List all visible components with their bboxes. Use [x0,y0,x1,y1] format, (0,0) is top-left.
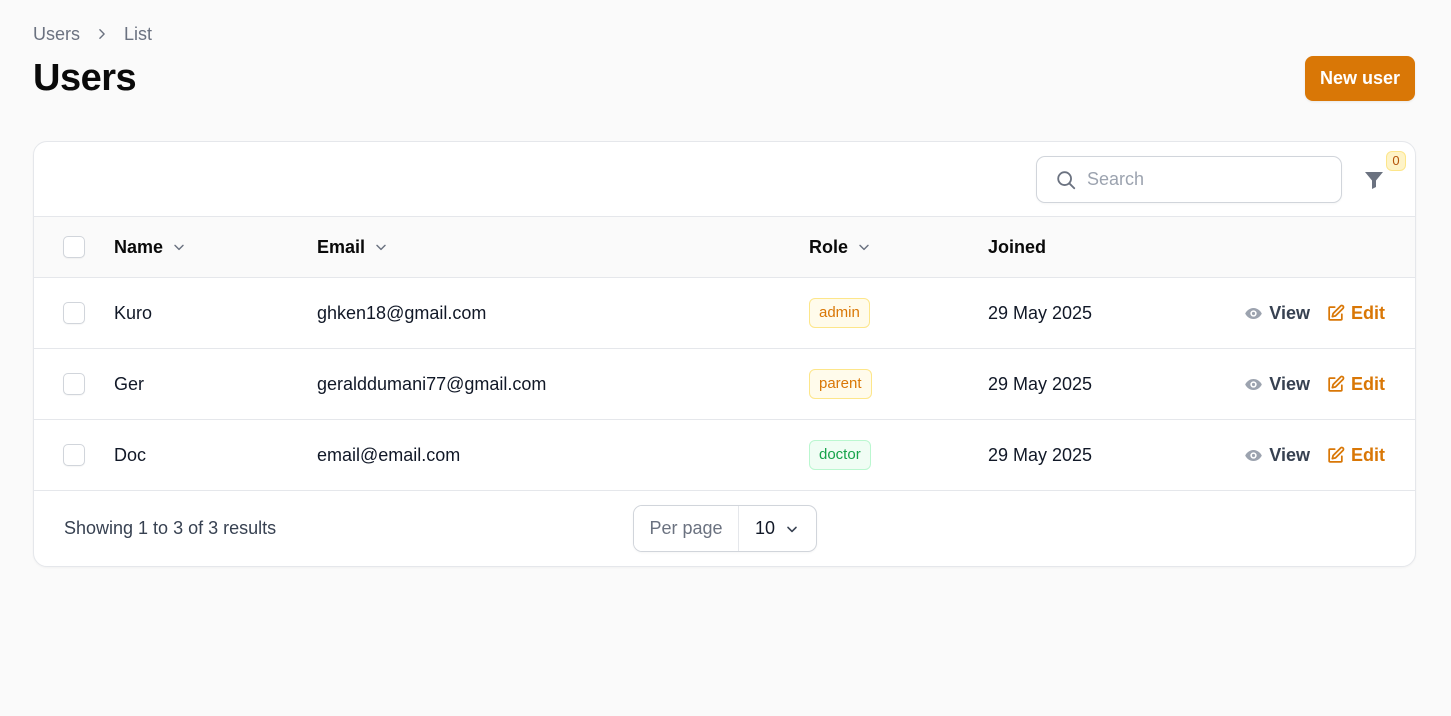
role-cell: doctor [809,420,871,490]
breadcrumb: Users List [33,23,152,45]
eye-icon [1245,449,1263,461]
table-toolbar: 0 [34,142,1415,217]
new-user-button[interactable]: New user [1305,56,1415,101]
edit-icon [1328,375,1345,392]
user-email: ghken18@gmail.com [317,302,487,323]
chevron-right-icon [80,27,124,41]
role-badge: admin [809,298,870,328]
per-page-control: Per page 10 [633,505,817,552]
joined-date: 29 May 2025 [988,444,1093,465]
view-label: View [1269,373,1310,394]
search-icon [1055,169,1077,191]
row-checkbox[interactable] [63,373,85,395]
breadcrumb-users-link[interactable]: Users [33,23,80,45]
role-badge: doctor [809,440,871,470]
column-header-name[interactable]: Name [114,217,187,277]
table-header-row: Name Email Role Joined [34,217,1415,278]
users-list-page: Users List Users New user 0 [0,0,1451,716]
view-button[interactable]: View [1244,374,1310,395]
edit-label: Edit [1351,373,1385,394]
users-table-card: 0 Name Email Role [33,141,1416,567]
pagination-summary: Showing 1 to 3 of 3 results [64,518,277,538]
column-header-label: Email [317,236,366,257]
chevron-down-icon [784,521,800,537]
per-page-value: 10 [755,518,776,538]
breadcrumb-current: List [124,24,153,44]
edit-button[interactable]: Edit [1326,374,1385,395]
view-label: View [1269,302,1310,323]
edit-button[interactable]: Edit [1326,303,1385,324]
row-actions: View Edit [1244,420,1385,490]
user-email: geralddumani77@gmail.com [317,373,547,394]
chevron-down-icon [856,239,872,255]
edit-label: Edit [1351,302,1385,323]
edit-icon [1328,304,1345,321]
view-label: View [1269,444,1310,465]
page-title: Users [33,57,137,99]
joined-date: 29 May 2025 [988,302,1093,323]
user-name: Kuro [114,302,153,323]
search-input[interactable] [1087,169,1317,190]
role-cell: parent [809,349,872,419]
row-checkbox[interactable] [63,444,85,466]
row-actions: View Edit [1244,349,1385,419]
eye-icon [1245,307,1263,319]
joined-date: 29 May 2025 [988,373,1093,394]
per-page-select[interactable]: 10 [739,506,816,551]
view-button[interactable]: View [1244,303,1310,324]
table-footer: Showing 1 to 3 of 3 results Per page 10 [34,491,1415,566]
column-header-label: Role [809,236,849,257]
chevron-down-icon [373,239,389,255]
edit-icon [1328,446,1345,463]
role-badge: parent [809,369,872,399]
user-name: Doc [114,444,147,465]
table-row: Doc email@email.com doctor 29 May 2025 V… [34,420,1415,491]
role-cell: admin [809,278,870,348]
table-row: Kuro ghken18@gmail.com admin 29 May 2025… [34,278,1415,349]
filter-icon [1362,168,1386,192]
column-header-joined: Joined [988,217,1046,277]
table-row: Ger geralddumani77@gmail.com parent 29 M… [34,349,1415,420]
column-header-role[interactable]: Role [809,217,872,277]
user-email: email@email.com [317,444,461,465]
filter-count-badge: 0 [1386,151,1406,171]
eye-icon [1245,378,1263,390]
select-all-checkbox[interactable] [63,236,85,258]
user-name: Ger [114,373,145,394]
row-checkbox[interactable] [63,302,85,324]
view-button[interactable]: View [1244,445,1310,466]
per-page-label: Per page [634,506,739,551]
row-actions: View Edit [1244,278,1385,348]
edit-label: Edit [1351,444,1385,465]
column-header-label: Joined [988,236,1047,257]
edit-button[interactable]: Edit [1326,445,1385,466]
column-header-email[interactable]: Email [317,217,389,277]
column-header-label: Name [114,236,164,257]
search-field[interactable] [1036,156,1342,203]
chevron-down-icon [171,239,187,255]
